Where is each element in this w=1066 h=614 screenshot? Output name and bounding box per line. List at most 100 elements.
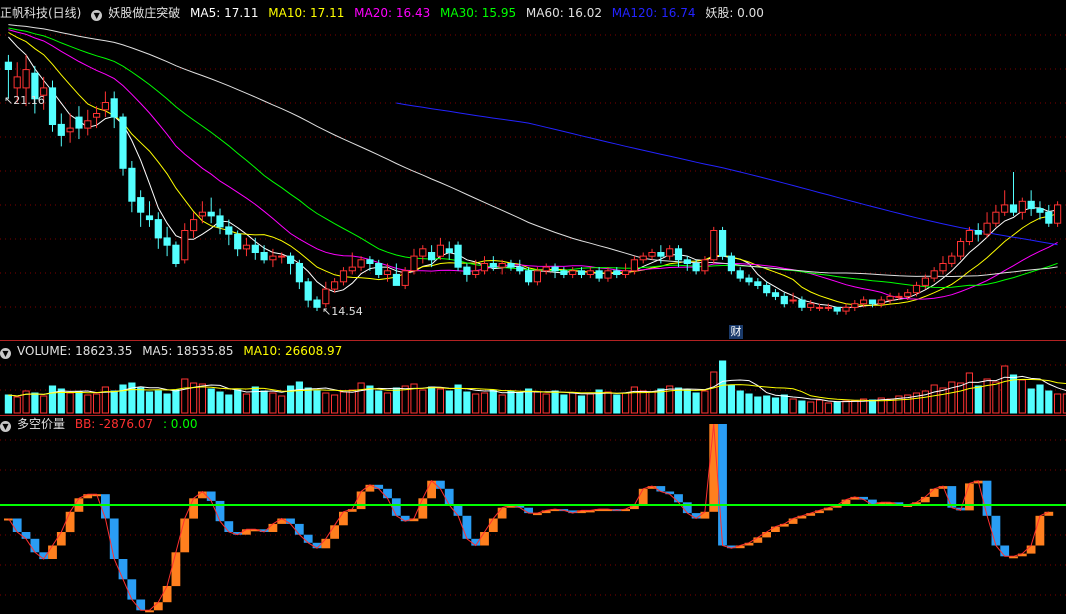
volume-bar [736, 390, 744, 414]
candle-body [745, 277, 753, 283]
candle-body [154, 219, 162, 239]
volume-bar [507, 390, 515, 414]
volume-label: VOLUME: 18623.35 [17, 344, 133, 358]
volume-bar [172, 389, 180, 414]
candle-body [842, 306, 850, 312]
bb-bar [638, 488, 648, 505]
volume-bar [1018, 379, 1026, 414]
bb-bar [242, 529, 251, 535]
candle-body [234, 233, 242, 250]
volume-bar [331, 394, 339, 414]
volume-bar [542, 393, 550, 414]
candle-body [13, 76, 21, 89]
bb-bar [1000, 545, 1010, 557]
candle-body [727, 255, 735, 272]
volume-bar [745, 393, 753, 414]
candle-body [383, 270, 392, 275]
candle-body [163, 237, 171, 246]
candle-body [357, 259, 365, 268]
volume-bar [983, 378, 991, 414]
candle-body [807, 303, 815, 308]
bb-bar [180, 518, 190, 553]
candle-body [648, 252, 656, 257]
volume-bar [339, 391, 348, 414]
volume-bar [816, 399, 824, 414]
candle-body [780, 295, 788, 305]
bb-bar [56, 532, 66, 546]
candle-body [75, 116, 83, 129]
bb-bar [1044, 511, 1054, 516]
bb-bar [480, 532, 489, 546]
candle-body [771, 292, 780, 297]
volume-bar [84, 394, 92, 414]
volume-bar [965, 372, 973, 414]
candle-body [877, 299, 885, 305]
candle-body [472, 270, 480, 275]
bb-bar [391, 498, 401, 516]
indicator-name[interactable]: 妖股做庄突破 [108, 6, 180, 20]
low-price-marker: ↖14.54 [322, 305, 363, 318]
volume-bar [31, 392, 39, 414]
volume-bar [269, 392, 277, 414]
volume-bar [48, 385, 57, 414]
bb-bar [109, 518, 119, 559]
panel-separator-volume [0, 340, 1066, 341]
candle-body [1036, 208, 1044, 213]
candle-body [824, 306, 832, 309]
ma60-label: MA60: 16.02 [525, 6, 602, 20]
low-price-value: 14.54 [331, 305, 363, 318]
candle-body [542, 266, 550, 272]
bb-bar [339, 511, 348, 526]
bb-bar [330, 525, 339, 539]
bb-bar [48, 545, 57, 559]
volume-bar [242, 393, 251, 414]
volume-bar [710, 371, 718, 414]
ma120-label: MA120: 16.74 [611, 6, 696, 20]
candle-body [251, 244, 259, 253]
volume-bar [613, 394, 621, 414]
volume-bar [798, 400, 806, 414]
bb-zero-label: : 0.00 [162, 417, 198, 431]
candle-body [613, 270, 621, 275]
candle-body [375, 263, 383, 275]
volume-bar [480, 392, 489, 414]
volume-bar [763, 395, 771, 414]
candle-body [974, 230, 982, 235]
candle-body [860, 299, 868, 305]
volume-bar [295, 381, 303, 414]
volume-bar [392, 387, 400, 414]
volume-bar [639, 390, 647, 414]
volume-bar [110, 390, 118, 414]
bb-collapse-icon[interactable]: ▼ [0, 421, 11, 432]
candle-body [331, 281, 339, 290]
volume-bar [622, 392, 630, 414]
bb-bar [1035, 515, 1045, 546]
candle-body [172, 244, 180, 264]
volume-bar [1027, 388, 1035, 414]
volume-bar [454, 384, 462, 414]
volume-bar [419, 389, 427, 414]
candle-body [551, 266, 559, 272]
candle-body [683, 259, 691, 264]
candle-body [313, 299, 321, 308]
candle-body [507, 263, 515, 268]
volume-bar [701, 390, 709, 414]
candle-body [992, 211, 1000, 224]
volume-bar [586, 393, 594, 414]
bb-bar [718, 424, 727, 546]
volume-bar [225, 394, 233, 414]
bb-value-label: BB: -2876.07 [74, 417, 154, 431]
bb-bar [462, 515, 472, 539]
volume-collapse-icon[interactable]: ▼ [0, 348, 11, 359]
bb-bar [682, 502, 692, 514]
indicator-collapse-icon[interactable]: ▼ [91, 10, 103, 21]
candle-body [736, 270, 744, 279]
candle-body [692, 263, 700, 272]
candle-body [119, 116, 127, 169]
bb-indicator-name[interactable]: 多空价量 [17, 417, 65, 431]
candle-body [622, 270, 630, 275]
financial-report-badge[interactable]: 财 [729, 325, 743, 339]
volume-bar [1001, 365, 1009, 414]
volume-bar [463, 391, 471, 414]
ma30-line [8, 27, 1058, 289]
